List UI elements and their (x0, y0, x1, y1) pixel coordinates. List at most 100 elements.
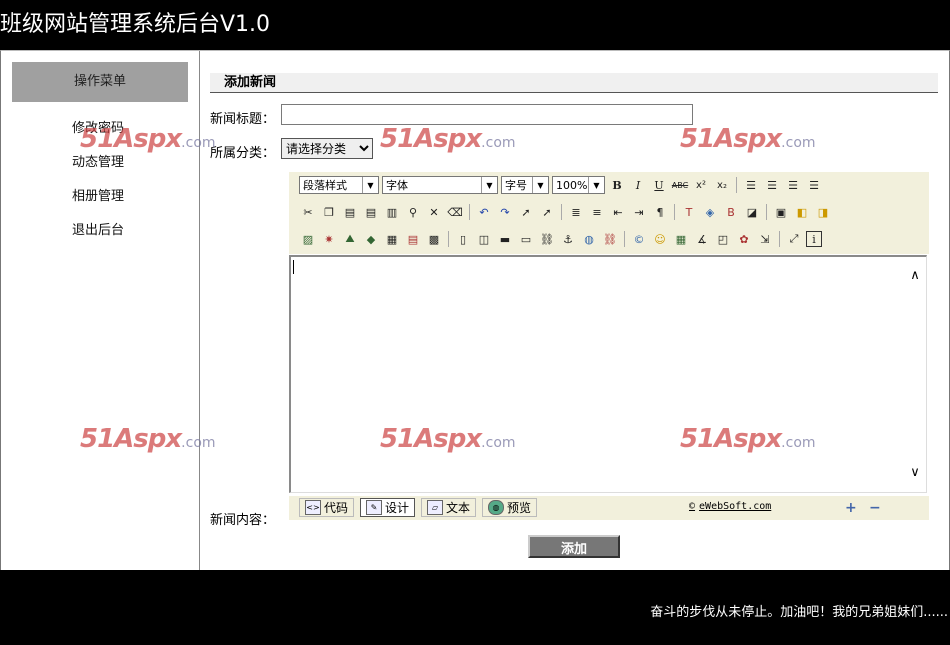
insert-page-icon[interactable]: ▯ (454, 230, 472, 248)
frame-icon[interactable]: ▣ (772, 203, 790, 221)
chevron-down-icon: ▼ (362, 177, 378, 193)
strikethrough-button[interactable]: ABC (671, 176, 689, 194)
layer-icon[interactable]: ◧ (793, 203, 811, 221)
text-caret (293, 260, 294, 274)
align-left-icon[interactable]: ☰ (742, 176, 760, 194)
news-title-input[interactable] (281, 104, 693, 125)
remove-format-icon[interactable]: ◪ (743, 203, 761, 221)
import-icon[interactable]: ⇲ (756, 230, 774, 248)
font-dropdown[interactable]: 字体 ▼ (382, 176, 498, 194)
chevron-down-icon: ▼ (532, 177, 548, 193)
outdent-icon[interactable]: ⇤ (609, 203, 627, 221)
section-title: 添加新闻 (210, 73, 938, 93)
select-pointer-icon[interactable]: ➚ (517, 203, 535, 221)
info-icon[interactable]: i (806, 231, 822, 247)
mode-design-button[interactable]: ✎ 设计 (360, 498, 416, 517)
sidebar-item-album-management[interactable]: 相册管理 (72, 185, 124, 204)
align-justify-icon[interactable]: ☰ (805, 176, 823, 194)
news-title-label: 新闻标题： (210, 112, 276, 127)
find-icon[interactable]: ⚲ (404, 203, 422, 221)
insert-media-icon[interactable]: ⛰ (341, 230, 359, 248)
insert-form-icon[interactable]: ▤ (404, 230, 422, 248)
underline-button[interactable]: U (650, 176, 668, 194)
brand-text: eWebSoft.com (699, 501, 772, 512)
footer-message: 奋斗的步伐从未停止。加油吧！我的兄弟姐妹们...... (650, 605, 948, 620)
paste-icon[interactable]: ▤ (341, 203, 359, 221)
paragraph-style-dropdown[interactable]: 段落样式 ▼ (299, 176, 379, 194)
preview-icon: ◍ (488, 500, 504, 515)
fill-color-icon[interactable]: ◈ (701, 203, 719, 221)
ordered-list-icon[interactable]: ≣ (567, 203, 585, 221)
fullscreen-icon[interactable]: ⤢ (785, 230, 803, 248)
web-link-icon[interactable]: ⛓ (538, 230, 556, 248)
superscript-button[interactable]: x² (692, 176, 710, 194)
rich-text-editor: 段落样式 ▼ 字体 ▼ 字号 ▼ 100% ▼ B I U ABC x² x₂ ☰ ☰ … (289, 172, 929, 520)
scroll-down-icon[interactable]: ∨ (908, 466, 922, 480)
insert-table-icon[interactable]: ▦ (383, 230, 401, 248)
add-news-button[interactable]: 添加 (528, 535, 620, 558)
mode-design-label: 设计 (385, 501, 410, 515)
select-all-icon[interactable]: ➚ (538, 203, 556, 221)
redo-icon[interactable]: ↷ (496, 203, 514, 221)
editor-toolbar: 段落样式 ▼ 字体 ▼ 字号 ▼ 100% ▼ B I U ABC x² x₂ ☰ ☰ … (289, 172, 929, 254)
insert-image-icon[interactable]: ▨ (299, 230, 317, 248)
scroll-up-icon[interactable]: ∧ (908, 269, 922, 283)
toolbar-separator (766, 204, 767, 220)
app-title: 班级网站管理系统后台V1.0 (0, 12, 271, 37)
mode-text-button[interactable]: ▱ 文本 (421, 498, 477, 517)
sidebar-item-news-management[interactable]: 动态管理 (72, 151, 124, 170)
sidebar-item-logout[interactable]: 退出后台 (72, 219, 124, 238)
special-char-icon[interactable]: © (630, 230, 648, 248)
hyperlink-icon[interactable]: ◍ (580, 230, 598, 248)
unlink-icon[interactable]: ⛓ (601, 230, 619, 248)
align-right-icon[interactable]: ☰ (784, 176, 802, 194)
undo-icon[interactable]: ↶ (475, 203, 493, 221)
subscript-button[interactable]: x₂ (713, 176, 731, 194)
insert-file-icon[interactable]: ◫ (475, 230, 493, 248)
text-color-icon[interactable]: T (680, 203, 698, 221)
mode-code-button[interactable]: <> 代码 (299, 498, 355, 517)
bold-button[interactable]: B (608, 176, 626, 194)
formula-icon[interactable]: ∡ (693, 230, 711, 248)
italic-button[interactable]: I (629, 176, 647, 194)
horizontal-rule-icon[interactable]: ▬ (496, 230, 514, 248)
anchor-icon[interactable]: ⚓ (559, 230, 577, 248)
sidebar-item-change-password[interactable]: 修改密码 (72, 117, 124, 136)
emoticon-icon[interactable]: ☺ (651, 230, 669, 248)
category-select[interactable]: 请选择分类 (281, 138, 373, 159)
date-icon[interactable]: ◰ (714, 230, 732, 248)
editor-content-area[interactable]: ∧ ∨ (289, 255, 927, 493)
toolbar-row-3: ▨ ✷ ⛰ ◆ ▦ ▤ ▩ ▯ ◫ ▬ ▭ ⛓ ⚓ ◍ ⛓ © ☺ ▦ ∡ ◰ … (299, 227, 822, 251)
layer-overlap-icon[interactable]: ◨ (814, 203, 832, 221)
mode-preview-button[interactable]: ◍ 预览 (482, 498, 538, 517)
zoom-value: 100% (556, 178, 588, 192)
zoom-out-icon[interactable]: − (869, 500, 881, 516)
eraser-icon[interactable]: ⌫ (446, 203, 464, 221)
indent-icon[interactable]: ⇥ (630, 203, 648, 221)
toolbar-row-2: ✂ ❐ ▤ ▤ ▥ ⚲ ✕ ⌫ ↶ ↷ ➚ ➚ ≣ ≡ ⇤ ⇥ ¶ T ◈ B … (299, 200, 832, 224)
insert-flash-icon[interactable]: ✷ (320, 230, 338, 248)
zoom-in-icon[interactable]: + (845, 500, 857, 516)
paragraph-icon[interactable]: ¶ (651, 203, 669, 221)
font-size-dropdown[interactable]: 字号 ▼ (501, 176, 549, 194)
bug-icon[interactable]: ✿ (735, 230, 753, 248)
font-value: 字体 (386, 179, 408, 192)
text-icon: ▱ (427, 500, 443, 515)
zoom-dropdown[interactable]: 100% ▼ (552, 176, 605, 194)
cut-icon[interactable]: ✂ (299, 203, 317, 221)
unordered-list-icon[interactable]: ≡ (588, 203, 606, 221)
marquee-icon[interactable]: ▭ (517, 230, 535, 248)
ewebsoft-link[interactable]: © eWebSoft.com (689, 501, 771, 512)
paste-word-icon[interactable]: ▥ (383, 203, 401, 221)
align-center-icon[interactable]: ☰ (763, 176, 781, 194)
paste-text-icon[interactable]: ▤ (362, 203, 380, 221)
editor-mode-bar: <> 代码 ✎ 设计 ▱ 文本 ◍ 预览 © eWebSoft.com + − (289, 496, 929, 520)
insert-grid-icon[interactable]: ▩ (425, 230, 443, 248)
insert-symbol-icon[interactable]: ◆ (362, 230, 380, 248)
code-icon: <> (305, 500, 321, 515)
copy-icon[interactable]: ❐ (320, 203, 338, 221)
background-color-icon[interactable]: B (722, 203, 740, 221)
delete-icon[interactable]: ✕ (425, 203, 443, 221)
excel-icon[interactable]: ▦ (672, 230, 690, 248)
paragraph-style-value: 段落样式 (303, 179, 347, 192)
